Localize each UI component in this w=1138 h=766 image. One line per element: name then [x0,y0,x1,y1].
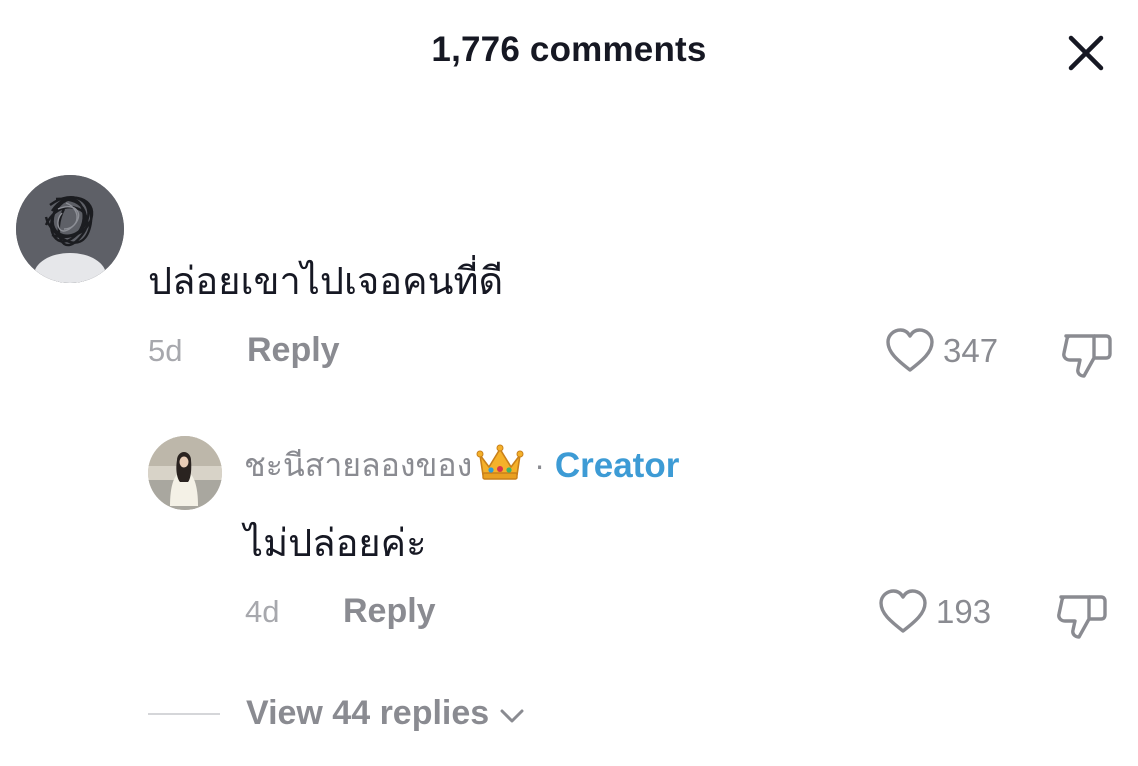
comment-timestamp: 5d [148,333,183,368]
view-replies-button[interactable]: View 44 replies [148,694,525,733]
creator-username-row: ชะนีสายลองของ · Creator [244,440,679,491]
close-icon [1068,35,1104,71]
thumbs-down-icon [1057,595,1107,639]
heart-icon [886,328,934,372]
comment-text: ปล่อยเขาไปเจอคนที่ดี [148,259,504,303]
divider-line [148,712,220,715]
heart-icon [879,589,927,633]
reply-button[interactable]: Reply [247,331,340,370]
creator-badge: Creator [554,445,680,485]
view-replies-label: View 44 replies [246,694,490,732]
separator-dot: · [534,447,545,483]
close-button[interactable] [1062,29,1110,77]
dislike-button[interactable] [1060,330,1114,385]
chevron-down-icon [500,709,524,722]
reply-button[interactable]: Reply [343,592,436,631]
commenter-avatar[interactable] [16,175,124,283]
reply-timestamp: 4d [245,594,280,629]
like-count: 193 [936,593,992,630]
like-count: 347 [943,332,999,369]
comments-count-title: 1,776 comments [431,30,707,69]
creator-username[interactable]: ชะนีสายลองของ [244,440,472,491]
crown-icon [476,443,524,488]
thumbs-down-icon [1062,334,1112,378]
creator-avatar[interactable] [148,436,222,510]
reply-text: ไม่ปล่อยค่ะ [244,521,427,565]
dislike-button[interactable] [1055,591,1109,646]
like-button[interactable]: 193 [878,589,991,635]
like-button[interactable]: 347 [885,328,998,374]
